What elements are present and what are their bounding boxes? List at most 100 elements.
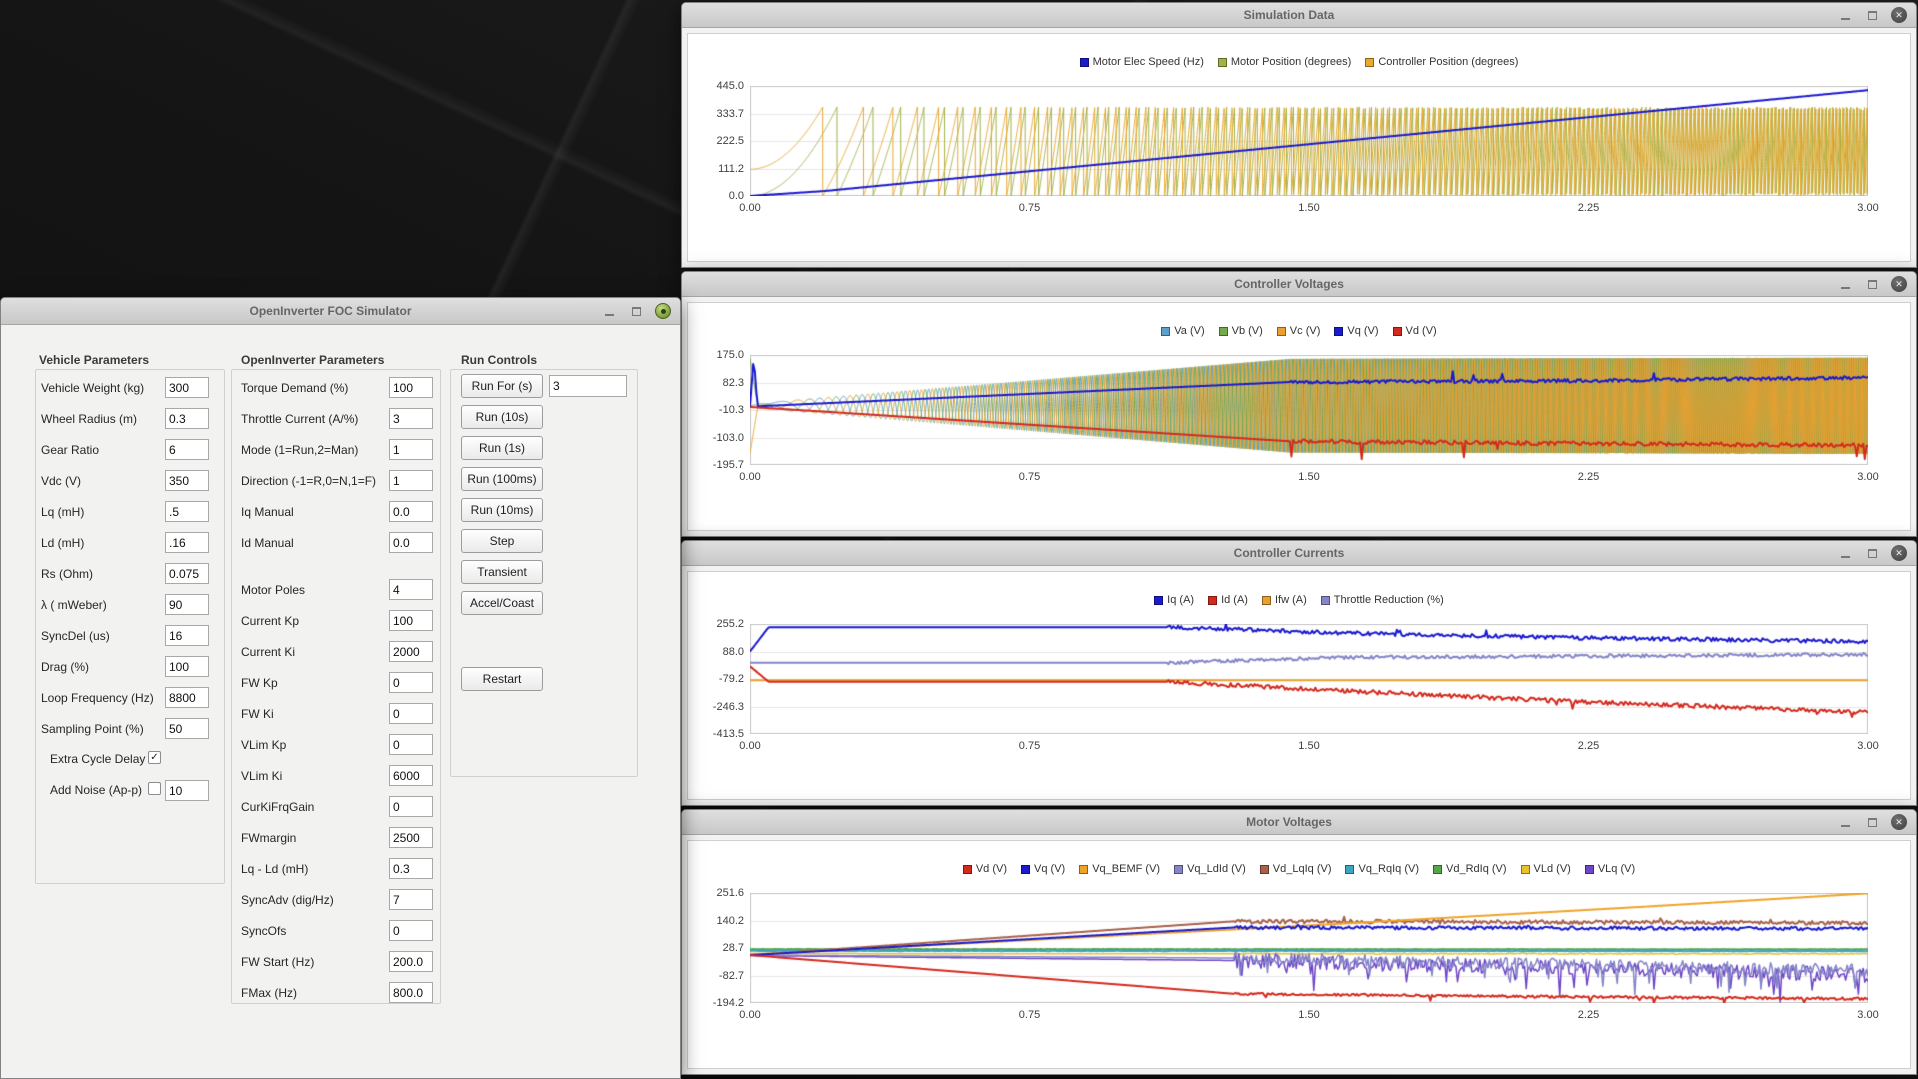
- field-input-syncofs[interactable]: [389, 920, 433, 941]
- close-button[interactable]: [655, 303, 671, 319]
- field-input-curkifrqgain[interactable]: [389, 796, 433, 817]
- window-titlebar[interactable]: Controller Voltages ✕: [682, 272, 1916, 297]
- field-input-gear-ratio[interactable]: [165, 439, 209, 460]
- restore-icon: [1867, 548, 1877, 558]
- field-input-loop-frequency-hz[interactable]: [165, 687, 209, 708]
- field-input-current-ki[interactable]: [389, 641, 433, 662]
- field-input-sampling-point[interactable]: [165, 718, 209, 739]
- x-axis-tick-label: 2.25: [1577, 740, 1600, 752]
- button-step[interactable]: Step: [461, 529, 543, 553]
- x-axis-tick-label: 0.00: [739, 471, 761, 483]
- field-input-vlim-kp[interactable]: [389, 734, 433, 755]
- button-run-for-s[interactable]: Run For (s): [461, 374, 543, 398]
- field-input-throttle-current-a[interactable]: [389, 408, 433, 429]
- window-title: OpenInverter FOC Simulator: [249, 304, 412, 318]
- x-axis-tick-label: 0.00: [739, 740, 761, 752]
- field-input-lq-mh[interactable]: [165, 501, 209, 522]
- legend-item: Vd_RdIq (V): [1433, 863, 1507, 875]
- field-input-fw-start-hz[interactable]: [389, 951, 433, 972]
- minimize-button[interactable]: [1837, 814, 1853, 830]
- run-for-seconds-input[interactable]: [549, 375, 627, 397]
- close-icon[interactable]: ✕: [1891, 545, 1907, 561]
- group-heading-openinverter-parameters: OpenInverter Parameters: [241, 353, 385, 367]
- field-input-vehicle-weight-kg[interactable]: [165, 377, 209, 398]
- field-input-syncdel-us[interactable]: [165, 625, 209, 646]
- legend-swatch-icon: [1154, 595, 1164, 605]
- minimize-button[interactable]: [1837, 545, 1853, 561]
- y-axis-tick-label: 255.2: [716, 618, 744, 630]
- restore-button[interactable]: [1864, 276, 1880, 292]
- field-input-ld-mh[interactable]: [165, 532, 209, 553]
- field-input-motor-poles[interactable]: [389, 579, 433, 600]
- legend-item: Vq_LdId (V): [1174, 863, 1246, 875]
- field-input-fwmargin[interactable]: [389, 827, 433, 848]
- restore-button[interactable]: [1864, 814, 1880, 830]
- field-label-vlim-kp: VLim Kp: [241, 738, 287, 752]
- legend-swatch-icon: [1218, 326, 1228, 336]
- field-input-drag[interactable]: [165, 656, 209, 677]
- restore-button[interactable]: [628, 303, 644, 319]
- field-input-vlim-ki[interactable]: [389, 765, 433, 786]
- legend-label: Motor Elec Speed (Hz): [1092, 56, 1204, 68]
- field-input-id-manual[interactable]: [389, 532, 433, 553]
- field-input-vdc-v[interactable]: [165, 470, 209, 491]
- field-input-rs-ohm[interactable]: [165, 563, 209, 584]
- legend-swatch-icon: [1520, 864, 1530, 874]
- restore-button[interactable]: [1864, 545, 1880, 561]
- window-buttons: ✕: [1837, 272, 1907, 296]
- field-input-syncadv-dig-hz[interactable]: [389, 889, 433, 910]
- field-input-direction-1-r-0-n-1-f[interactable]: [389, 470, 433, 491]
- chart-panel: Iq (A) Id (A) Ifw (A) Throttle Reduction (%…: [687, 571, 1911, 800]
- field-input-mode-1-run-2-man[interactable]: [389, 439, 433, 460]
- minimize-button[interactable]: [1837, 276, 1853, 292]
- minimize-icon: [1840, 555, 1850, 558]
- window-titlebar[interactable]: Controller Currents ✕: [682, 541, 1916, 566]
- legend-item: Vd (V): [1392, 325, 1437, 337]
- close-icon[interactable]: ✕: [1891, 814, 1907, 830]
- close-icon[interactable]: ✕: [1891, 7, 1907, 23]
- button-run-100ms[interactable]: Run (100ms): [461, 467, 543, 491]
- x-axis-tick-label: 1.50: [1298, 740, 1320, 752]
- field-input-fw-ki[interactable]: [389, 703, 433, 724]
- field-input-torque-demand[interactable]: [389, 377, 433, 398]
- field-input-add-noise-ap-p[interactable]: [165, 780, 209, 801]
- field-input-current-kp[interactable]: [389, 610, 433, 631]
- legend-swatch-icon: [1208, 595, 1218, 605]
- legend-swatch-icon: [1174, 864, 1184, 874]
- minimize-button[interactable]: [1837, 7, 1853, 23]
- field-label-mode-1-run-2-man: Mode (1=Run,2=Man): [241, 443, 359, 457]
- close-icon[interactable]: ✕: [1891, 276, 1907, 292]
- legend-label: Vq (V): [1034, 863, 1066, 875]
- button-run-10ms[interactable]: Run (10ms): [461, 498, 543, 522]
- window-titlebar[interactable]: Simulation Data ✕: [682, 3, 1916, 28]
- field-label-wheel-radius-m: Wheel Radius (m): [41, 412, 138, 426]
- field-input-wheel-radius-m[interactable]: [165, 408, 209, 429]
- field-label-syncofs: SyncOfs: [241, 924, 287, 938]
- chart-canvas: [750, 893, 1868, 1003]
- button-run-1s[interactable]: Run (1s): [461, 436, 543, 460]
- legend-label: Vd (V): [975, 863, 1008, 875]
- legend-item: Vq_BEMF (V): [1079, 863, 1160, 875]
- extra-cycle-delay-checkbox[interactable]: [148, 751, 161, 764]
- minimize-button[interactable]: [601, 303, 617, 319]
- legend-item: Motor Elec Speed (Hz): [1079, 56, 1204, 68]
- restore-button[interactable]: [1864, 7, 1880, 23]
- button-accel-coast[interactable]: Accel/Coast: [461, 591, 543, 615]
- field-input-fmax-hz[interactable]: [389, 982, 433, 1003]
- field-label-fmax-hz: FMax (Hz): [241, 986, 297, 1000]
- field-label-iq-manual: Iq Manual: [241, 505, 294, 519]
- button-restart[interactable]: Restart: [461, 667, 543, 691]
- button-transient[interactable]: Transient: [461, 560, 543, 584]
- field-input-lq-ld-mh[interactable]: [389, 858, 433, 879]
- legend-item: VLd (V): [1520, 863, 1571, 875]
- field-label-current-kp: Current Kp: [241, 614, 300, 628]
- field-input-mweber[interactable]: [165, 594, 209, 615]
- window-title: Controller Voltages: [1234, 277, 1344, 291]
- window-titlebar[interactable]: OpenInverter FOC Simulator: [1, 298, 680, 325]
- window-titlebar[interactable]: Motor Voltages ✕: [682, 810, 1916, 835]
- add-noise-ap-p-checkbox[interactable]: [148, 782, 161, 795]
- button-run-10s[interactable]: Run (10s): [461, 405, 543, 429]
- field-label-ld-mh: Ld (mH): [41, 536, 85, 550]
- field-input-iq-manual[interactable]: [389, 501, 433, 522]
- field-input-fw-kp[interactable]: [389, 672, 433, 693]
